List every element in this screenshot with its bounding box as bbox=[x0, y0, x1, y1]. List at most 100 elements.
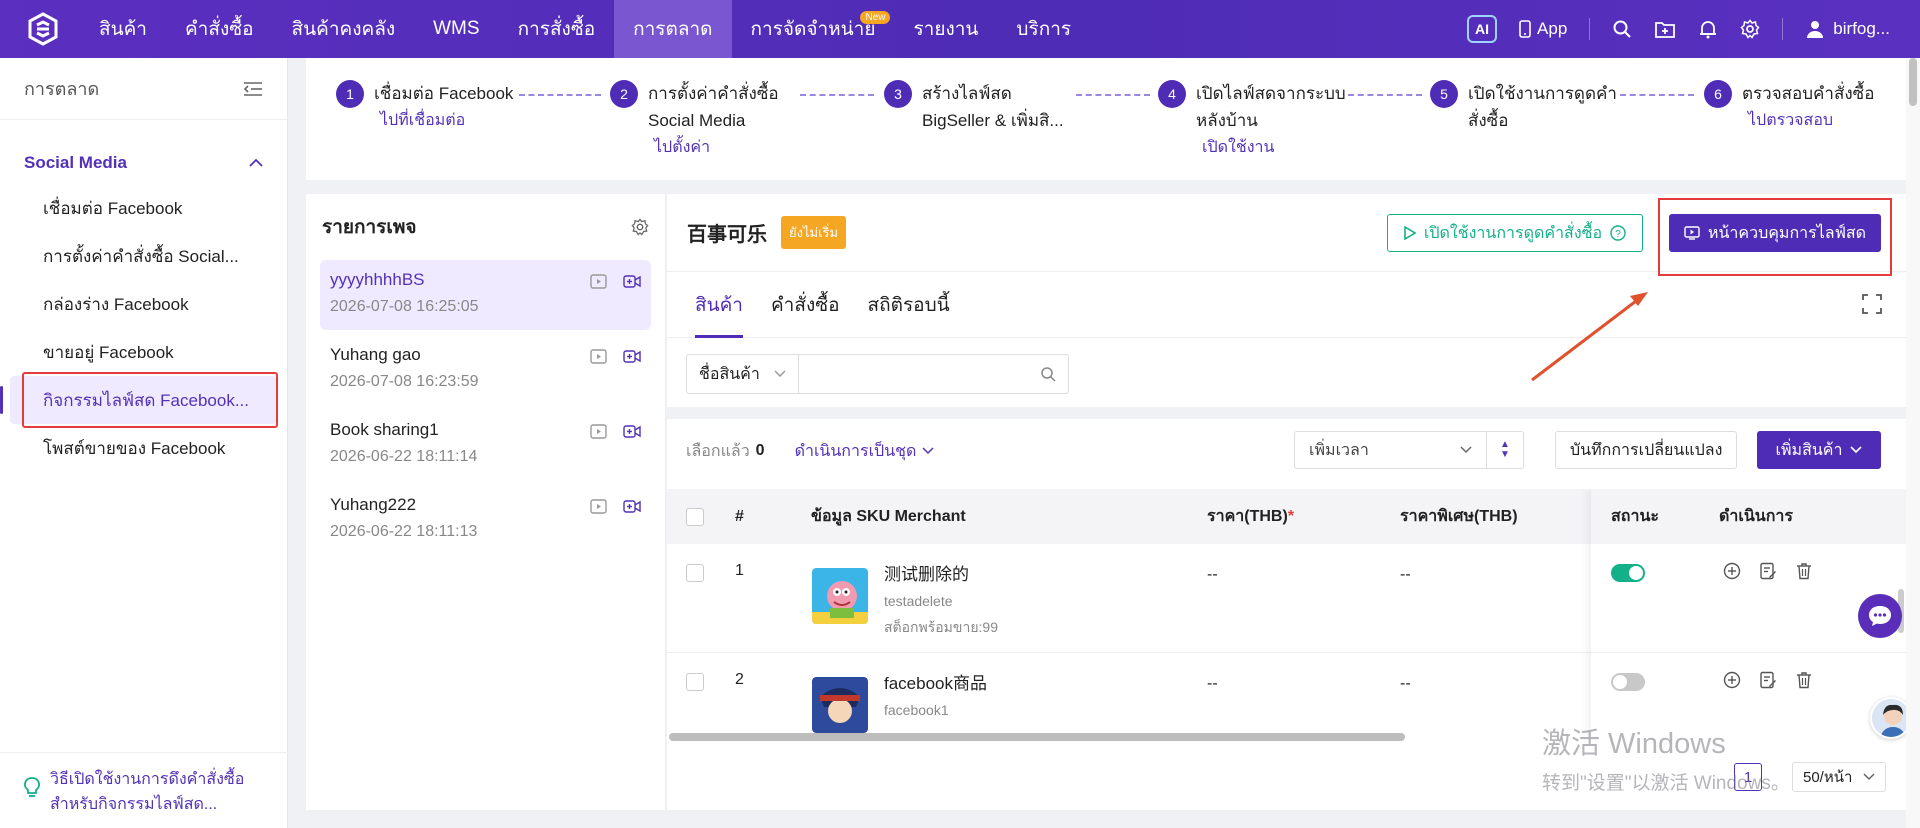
step-title-line2: Social Media bbox=[648, 111, 746, 130]
phone-icon bbox=[1519, 20, 1531, 38]
video-list-icon[interactable] bbox=[590, 349, 607, 364]
column-header-sku: ข้อมูล SKU Merchant bbox=[811, 508, 966, 525]
sort-control: เพิ่มเวลา ▲ ▼ bbox=[1294, 431, 1524, 469]
step-link-settings[interactable]: ไปตั้งค่า bbox=[654, 134, 779, 161]
status-toggle-on[interactable] bbox=[1611, 564, 1645, 582]
folder-add-icon[interactable] bbox=[1654, 19, 1676, 39]
add-circle-icon[interactable] bbox=[1723, 671, 1741, 689]
search-icon[interactable] bbox=[1040, 366, 1056, 382]
nav-item-reports[interactable]: รายงาน bbox=[894, 0, 997, 58]
gear-icon[interactable] bbox=[1740, 19, 1760, 39]
step-title-line2: สั่งซื้อ bbox=[1468, 111, 1509, 130]
step-connector bbox=[800, 94, 874, 96]
tab-products[interactable]: สินค้า bbox=[681, 272, 757, 338]
sidebar-item-live-activity[interactable]: กิจกรรมไลฟ์สด Facebook... bbox=[0, 372, 278, 428]
highlight-box bbox=[22, 372, 278, 428]
row-actions bbox=[1723, 562, 1813, 580]
step-link-enable[interactable]: เปิดใช้งาน bbox=[1202, 134, 1346, 161]
tab-orders[interactable]: คำสั่งซื้อ bbox=[757, 272, 854, 338]
chat-support-button[interactable] bbox=[1858, 594, 1902, 638]
row-checkbox[interactable] bbox=[686, 564, 704, 582]
sidebar-item-connect-facebook[interactable]: เชื่อมต่อ Facebook bbox=[0, 184, 287, 232]
watermark-line2: 转到"设置"以激活 Windows。 bbox=[1542, 773, 1790, 794]
save-changes-button[interactable]: บันทึกการเปลี่ยนแปลง bbox=[1555, 431, 1738, 469]
price-value[interactable]: -- bbox=[1207, 566, 1218, 584]
product-table: # ข้อมูล SKU Merchant ราคา(THB)* ราคาพิเ… bbox=[667, 489, 1906, 739]
sidebar-item-order-settings[interactable]: การตั้งค่าคำสั่งซื้อ Social... bbox=[0, 232, 287, 280]
user-menu[interactable]: birfog... bbox=[1805, 19, 1890, 39]
scrollbar-thumb[interactable] bbox=[1909, 58, 1917, 106]
scrollbar-thumb[interactable] bbox=[669, 733, 1405, 741]
special-price-value[interactable]: -- bbox=[1400, 675, 1411, 693]
add-product-button[interactable]: เพิ่มสินค้า bbox=[1757, 431, 1881, 469]
nav-item-orders[interactable]: คำสั่งซื้อ bbox=[166, 0, 273, 58]
add-circle-icon[interactable] bbox=[1723, 562, 1741, 580]
sort-select[interactable]: เพิ่มเวลา bbox=[1295, 432, 1487, 468]
row-checkbox[interactable] bbox=[686, 673, 704, 691]
section-divider bbox=[667, 407, 1906, 419]
column-header-special-price: ราคาพิเศษ(THB) bbox=[1400, 508, 1518, 525]
help-tip[interactable]: วิธีเปิดใช้งานการดึงคำสั่งซื้อ สำหรับกิจ… bbox=[0, 752, 288, 828]
nav-item-products[interactable]: สินค้า bbox=[80, 0, 166, 58]
live-camera-icon[interactable] bbox=[623, 499, 641, 514]
bulk-action-dropdown[interactable]: ดำเนินการเป็นชุด bbox=[795, 439, 935, 464]
video-list-icon[interactable] bbox=[590, 274, 607, 289]
sidebar-group-social-media[interactable]: Social Media bbox=[0, 142, 287, 184]
sidebar: การตลาด Social Media เชื่อมต่อ Facebook … bbox=[0, 58, 288, 828]
nav-item-services[interactable]: บริการ bbox=[997, 0, 1090, 58]
tab-label: คำสั่งซื้อ bbox=[770, 294, 840, 316]
settings-icon[interactable] bbox=[631, 218, 649, 236]
trash-icon[interactable] bbox=[1795, 562, 1813, 580]
step-link-connect[interactable]: ไปที่เชื่อมต่อ bbox=[380, 107, 513, 134]
sort-order-toggle[interactable]: ▲ ▼ bbox=[1487, 440, 1523, 460]
live-control-page-button[interactable]: หน้าควบคุมการไลฟ์สด bbox=[1669, 214, 1881, 252]
collapse-menu-icon[interactable] bbox=[243, 81, 263, 97]
page-list-item[interactable]: yyyyhhhhBS 2026-07-08 16:25:05 bbox=[320, 260, 651, 330]
edit-icon[interactable] bbox=[1759, 671, 1777, 689]
fullscreen-icon[interactable] bbox=[1862, 294, 1882, 314]
sidebar-item-sales-posts[interactable]: โพสต์ขายของ Facebook bbox=[0, 424, 287, 472]
page-time: 2026-06-22 18:11:14 bbox=[330, 448, 478, 465]
edit-icon[interactable] bbox=[1759, 562, 1777, 580]
search-icon[interactable] bbox=[1612, 19, 1632, 39]
search-input[interactable] bbox=[799, 355, 1040, 393]
nav-item-label: การตลาด bbox=[633, 19, 713, 40]
select-all-checkbox[interactable] bbox=[686, 507, 704, 526]
video-list-icon[interactable] bbox=[590, 424, 607, 439]
page-list-item[interactable]: Book sharing1 2026-06-22 18:11:14 bbox=[320, 410, 651, 480]
page-vertical-scrollbar[interactable] bbox=[1906, 58, 1920, 828]
page-size-select[interactable]: 50/หน้า bbox=[1792, 762, 1886, 792]
special-price-value[interactable]: -- bbox=[1400, 566, 1411, 584]
nav-item-inventory[interactable]: สินค้าคงคลัง bbox=[273, 0, 415, 58]
nav-item-wms[interactable]: WMS bbox=[414, 0, 498, 58]
nav-item-purchasing[interactable]: การสั่งซื้อ bbox=[499, 0, 615, 58]
sidebar-item-drafts[interactable]: กล่องร่าง Facebook bbox=[0, 280, 287, 328]
chevron-down-icon bbox=[1863, 773, 1875, 781]
enable-order-capture-button[interactable]: เปิดใช้งานการดูดคำสั่งซื้อ ? bbox=[1387, 214, 1643, 252]
app-button[interactable]: App bbox=[1519, 19, 1567, 39]
sidebar-item-on-sale[interactable]: ขายอยู่ Facebook bbox=[0, 328, 287, 376]
trash-icon[interactable] bbox=[1795, 671, 1813, 689]
nav-item-distribution[interactable]: การจัดจำหน่าย New bbox=[732, 0, 895, 58]
page-list-item[interactable]: Yuhang222 2026-06-22 18:11:13 bbox=[320, 485, 651, 555]
search-field-select[interactable]: ชื่อสินค้า bbox=[687, 355, 799, 393]
step-link-check[interactable]: ไปตรวจสอบ bbox=[1748, 107, 1874, 134]
live-camera-icon[interactable] bbox=[623, 274, 641, 289]
nav-item-marketing[interactable]: การตลาด bbox=[614, 0, 732, 58]
ai-button[interactable]: AI bbox=[1467, 15, 1498, 43]
status-toggle-off[interactable] bbox=[1611, 673, 1645, 691]
page-list-item[interactable]: Yuhang gao 2026-07-08 16:23:59 bbox=[320, 335, 651, 405]
divider bbox=[1589, 18, 1591, 40]
help-icon[interactable]: ? bbox=[1610, 225, 1626, 241]
live-camera-icon[interactable] bbox=[623, 349, 641, 364]
chevron-down-icon bbox=[774, 370, 786, 378]
bell-icon[interactable] bbox=[1698, 19, 1718, 39]
tab-statistics[interactable]: สถิติรอบนี้ bbox=[854, 272, 964, 338]
step-title: เชื่อมต่อ Facebook bbox=[374, 84, 514, 103]
step-number: 6 bbox=[1704, 80, 1732, 108]
price-value[interactable]: -- bbox=[1207, 675, 1218, 693]
product-thumbnail bbox=[812, 677, 868, 733]
live-camera-icon[interactable] bbox=[623, 424, 641, 439]
bigseller-logo[interactable] bbox=[20, 6, 66, 52]
video-list-icon[interactable] bbox=[590, 499, 607, 514]
